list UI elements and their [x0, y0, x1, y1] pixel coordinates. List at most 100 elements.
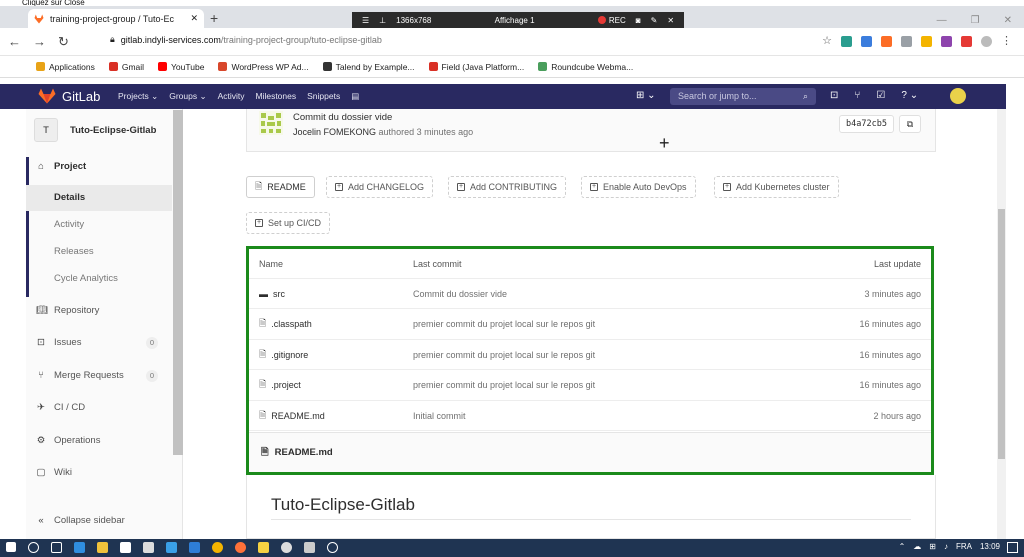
bookmark-item[interactable]: YouTube — [158, 62, 204, 72]
page-scrollbar-thumb[interactable] — [998, 209, 1005, 459]
sidebar-subitem-activity[interactable]: Activity — [26, 212, 172, 238]
app-icon[interactable] — [304, 542, 315, 553]
sidebar-item-merge-requests[interactable]: ⑂ Merge Requests 0 — [26, 369, 172, 382]
extension-icon[interactable] — [901, 36, 912, 47]
add-kubernetes-cluster-button[interactable]: + Add Kubernetes cluster — [714, 176, 839, 198]
store-icon[interactable] — [120, 542, 131, 553]
volume-icon[interactable]: ♪ — [944, 542, 948, 551]
issues-icon[interactable]: ⊡ — [830, 90, 838, 101]
app-icon[interactable] — [258, 542, 269, 553]
table-row[interactable]: ▬ src Commit du dossier vide 3 minutes ago — [249, 279, 931, 309]
close-window-icon[interactable]: ✕ — [1004, 15, 1012, 26]
table-row[interactable]: 🗎︎ README.md Initial commit 2 hours ago — [249, 401, 931, 431]
page-scrollbar[interactable] — [997, 109, 1006, 539]
extension-icon[interactable] — [841, 36, 852, 47]
sidebar-item-wiki[interactable]: ▢ Wiki — [26, 467, 172, 478]
clock[interactable]: 13:09 — [980, 542, 1000, 551]
help-icon[interactable]: ? ⌄ — [901, 90, 918, 101]
commit-sha[interactable]: b4a72cb5 — [839, 115, 894, 133]
extension-icon[interactable] — [941, 36, 952, 47]
bookmark-item[interactable]: Gmail — [108, 62, 144, 72]
table-row[interactable]: 🗎︎ .gitignore premier commit du projet loc… — [249, 340, 931, 370]
bookmark-star-icon[interactable]: ☆ — [822, 36, 832, 47]
close-recorder-icon[interactable]: ✕ — [667, 16, 674, 25]
merge-requests-icon[interactable]: ⑂ — [854, 90, 860, 101]
sidebar-item-operations[interactable]: ⚙ Operations — [26, 435, 172, 446]
reload-icon[interactable]: ↻ — [58, 34, 69, 50]
nav-item-projects[interactable]: Projects ⌄ — [118, 91, 158, 102]
chart-icon[interactable]: ▤ — [351, 91, 359, 102]
new-tab-icon[interactable]: + — [210, 11, 226, 25]
file-name-cell[interactable]: 🗎︎ README.md — [259, 408, 325, 424]
chrome-icon[interactable] — [212, 542, 223, 553]
search-input[interactable]: Search or jump to... ⌕ — [670, 88, 816, 105]
enable-auto-devops-button[interactable]: + Enable Auto DevOps — [581, 176, 696, 198]
url-field[interactable]: 🔒︎ gitlab.indyli-services.com/training-p… — [110, 34, 382, 45]
minimize-icon[interactable]: — — [937, 15, 947, 26]
bookmark-item[interactable]: Talend by Example... — [322, 62, 415, 72]
sidebar-item-repository[interactable]: 📖︎ Repository — [26, 305, 172, 316]
file-last-commit[interactable]: premier commit du projet local sur le re… — [413, 319, 595, 329]
task-view-icon[interactable] — [51, 542, 62, 553]
pen-icon[interactable]: ✎ — [651, 16, 658, 25]
close-tab-icon[interactable]: ✕ — [190, 13, 198, 24]
readme-file-header[interactable]: 🗎︎ README.md — [249, 432, 931, 472]
notifications-icon[interactable] — [1007, 542, 1018, 553]
settings-icon[interactable] — [281, 542, 292, 553]
nav-item-milestones[interactable]: Milestones — [255, 91, 296, 102]
gitlab-extension-icon[interactable] — [881, 36, 892, 47]
explorer-icon[interactable] — [97, 542, 108, 553]
extension-icon[interactable] — [921, 36, 932, 47]
extension-icon[interactable] — [861, 36, 872, 47]
file-name-cell[interactable]: ▬ src — [259, 289, 285, 299]
menu-icon[interactable]: ☰ — [362, 16, 369, 25]
table-row[interactable]: 🗎︎ .project premier commit du projet local… — [249, 371, 931, 401]
search-icon[interactable] — [28, 542, 39, 553]
sidebar-scrollbar[interactable] — [173, 110, 183, 455]
app-icon[interactable] — [189, 542, 200, 553]
chevron-up-icon[interactable]: ⌃ — [899, 542, 906, 551]
firefox-icon[interactable] — [235, 542, 246, 553]
nav-item-snippets[interactable]: Snippets — [307, 91, 340, 102]
bookmark-item[interactable]: WordPress WP Ad... — [218, 62, 309, 72]
profile-icon[interactable] — [981, 36, 992, 47]
maximize-icon[interactable]: ❐ — [971, 15, 980, 26]
camera-icon[interactable]: ◙ — [636, 16, 641, 25]
commit-title[interactable]: Commit du dossier vide — [293, 112, 392, 123]
plus-dropdown-icon[interactable]: ⊞ ⌄ — [636, 90, 656, 101]
app-icon[interactable] — [166, 542, 177, 553]
nav-item-groups[interactable]: Groups ⌄ — [169, 91, 206, 102]
forward-icon[interactable]: → — [33, 34, 46, 50]
app-icon[interactable] — [327, 542, 338, 553]
extension-icon[interactable] — [961, 36, 972, 47]
copy-sha-button[interactable]: ⧉ — [899, 115, 921, 133]
cloud-icon[interactable]: ☁ — [913, 542, 921, 551]
readme-button[interactable]: 🗎︎ README — [246, 176, 315, 198]
pin-icon[interactable]: ⊥ — [379, 16, 386, 25]
language-indicator[interactable]: FRA — [956, 542, 972, 551]
file-last-commit[interactable]: Commit du dossier vide — [413, 289, 507, 299]
table-row[interactable]: 🗎︎ .classpath premier commit du projet loc… — [249, 310, 931, 340]
nav-item-activity[interactable]: Activity — [218, 91, 245, 102]
todos-icon[interactable]: ☑ — [876, 90, 885, 101]
bookmark-item[interactable]: Roundcube Webma... — [538, 62, 633, 72]
mail-icon[interactable] — [143, 542, 154, 553]
collapse-sidebar-button[interactable]: « Collapse sidebar — [26, 515, 172, 526]
bookmark-item[interactable]: Applications — [36, 62, 95, 72]
sidebar-item-project[interactable]: ⌂ Project — [26, 161, 172, 172]
file-last-commit[interactable]: premier commit du projet local sur le re… — [413, 380, 595, 390]
file-last-commit[interactable]: premier commit du projet local sur le re… — [413, 350, 595, 360]
network-icon[interactable]: ⊞ — [929, 542, 936, 551]
sidebar-subitem-cycle-analytics[interactable]: Cycle Analytics — [26, 266, 172, 292]
edge-icon[interactable] — [74, 542, 85, 553]
recorder-display[interactable]: Affichage 1 — [495, 16, 535, 25]
kebab-menu-icon[interactable]: ⋮ — [1001, 36, 1012, 47]
commit-author[interactable]: Jocelin FOMEKONG — [293, 127, 376, 137]
record-button[interactable]: REC — [597, 16, 626, 25]
back-icon[interactable]: ← — [8, 34, 21, 50]
file-name-cell[interactable]: 🗎︎ .gitignore — [259, 347, 308, 363]
sidebar-project-header[interactable]: T Tuto-Eclipse-Gitlab — [34, 118, 156, 142]
user-avatar[interactable] — [950, 88, 966, 104]
sidebar-item-issues[interactable]: ⊡ Issues 0 — [26, 336, 172, 349]
sidebar-subitem-details[interactable]: Details — [26, 185, 172, 211]
